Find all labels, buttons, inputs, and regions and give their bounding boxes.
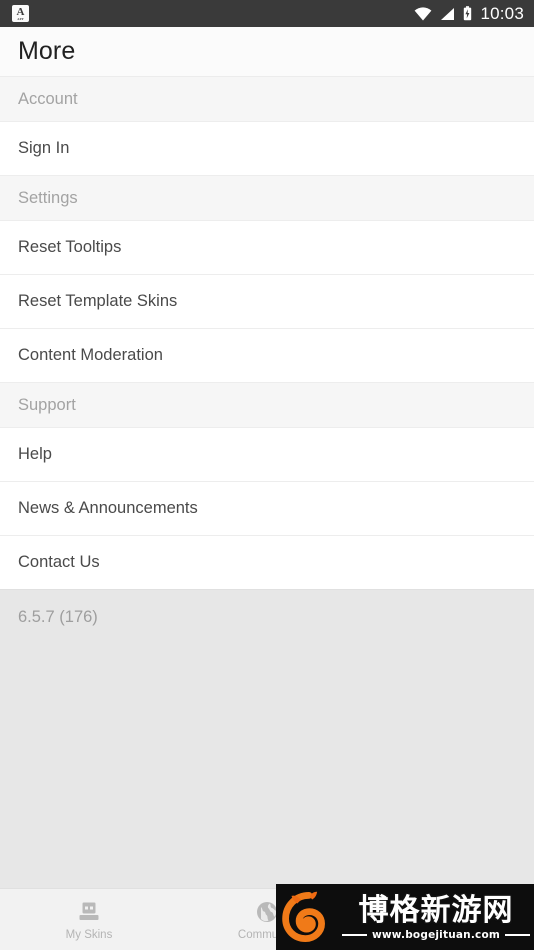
watermark-rule-left — [342, 933, 367, 936]
status-bar: A APP 10:03 — [0, 0, 534, 27]
list-item-help[interactable]: Help — [0, 428, 534, 482]
app-badge-sublabel: APP — [17, 16, 24, 21]
wifi-icon — [415, 6, 432, 21]
section-header-settings: Settings — [0, 176, 534, 221]
list-item-contact-us[interactable]: Contact Us — [0, 536, 534, 590]
list-item-reset-template-skins[interactable]: Reset Template Skins — [0, 275, 534, 329]
list-item-news-announcements[interactable]: News & Announcements — [0, 482, 534, 536]
cell-signal-icon — [441, 7, 455, 20]
app-badge-icon: A APP — [12, 5, 29, 22]
watermark-text-block: 博格新游网 www.bogejituan.com — [338, 892, 534, 941]
watermark-overlay: 博格新游网 www.bogejituan.com — [276, 884, 534, 950]
skin-avatar-icon — [79, 902, 99, 920]
nav-item-my-skins-label: My Skins — [65, 928, 113, 941]
status-bar-clock: 10:03 — [480, 4, 524, 23]
page-title: More — [18, 37, 76, 65]
app-badge-letter: A — [16, 5, 25, 18]
watermark-url: www.bogejituan.com — [372, 928, 501, 941]
status-bar-left: A APP — [12, 5, 29, 22]
settings-list: Account Sign In Settings Reset Tooltips … — [0, 77, 534, 888]
status-bar-right: 10:03 — [414, 5, 524, 22]
app-screen: A APP 10:03 More Account Sign In Setting… — [0, 0, 534, 950]
watermark-url-line: www.bogejituan.com — [338, 929, 534, 941]
list-item-content-moderation[interactable]: Content Moderation — [0, 329, 534, 383]
app-version-label: 6.5.7 (176) — [0, 590, 534, 644]
section-header-support: Support — [0, 383, 534, 428]
list-item-sign-in[interactable]: Sign In — [0, 122, 534, 176]
app-bar: More — [0, 27, 534, 77]
fox-swirl-logo-icon — [282, 891, 325, 942]
section-header-account: Account — [0, 77, 534, 122]
battery-charging-icon — [464, 6, 472, 21]
list-item-reset-tooltips[interactable]: Reset Tooltips — [0, 221, 534, 275]
nav-item-my-skins[interactable]: My Skins — [0, 889, 178, 950]
watermark-site-name: 博格新游网 — [358, 892, 514, 928]
watermark-rule-right — [505, 933, 531, 936]
